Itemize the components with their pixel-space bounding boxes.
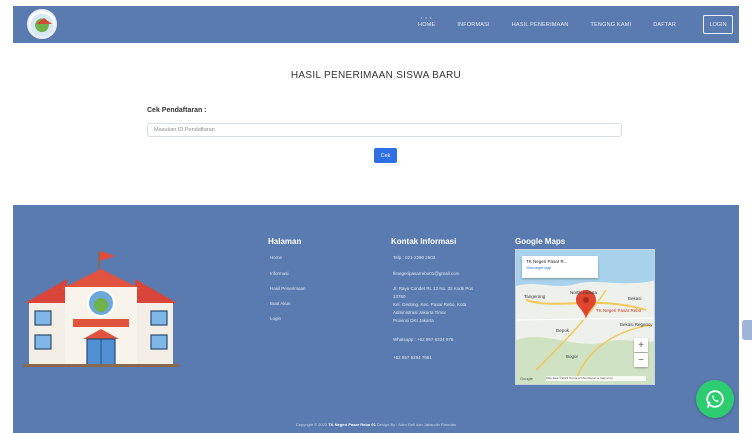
logo-roof [36,18,52,24]
kontak-address-3: Kel. Gedong, Kec. Pasar Rebo, Kota [393,302,467,307]
kontak-email[interactable]: tknegeripasarrebo01@gmail.com [393,271,459,277]
page-title: HASIL PENERIMAAN SISWA BARU [290,70,462,81]
copyright-suffix: Design By : Adro Rafi dan Jakaudin Ramda… [375,422,457,427]
map-label-bogor: Bogor [566,354,579,359]
map-card-title: TK Negeri Pasar R... [526,259,568,264]
cek-button[interactable]: Cek [374,148,397,163]
footer: Halaman Home Informasi Hasil Penerimaan … [13,205,739,433]
footer-link-hasil-penerimaan[interactable]: Hasil Penerimaan [270,286,306,292]
google-logo: Google [520,376,533,381]
footer-link-buat-akun[interactable]: Buat Akun [270,301,291,307]
view-larger-map-link[interactable]: View larger map [526,266,594,270]
nav-links: HOME INFORMASI HASIL PENERIMAAN TENGNG K… [407,6,687,43]
halaman-title: Halaman [268,237,302,246]
map-label-school: TK Negeri Pasar Rebo [596,308,642,313]
footer-link-login[interactable]: Login [270,316,281,322]
navbar: HOME INFORMASI HASIL PENERIMAAN TENGNG K… [13,6,739,43]
map-label-north-jakarta: North Jakarta [570,290,598,295]
school-logo[interactable] [27,9,57,39]
copyright-prefix: Copyright © 2023 [295,422,329,427]
kontak-whatsapp-2[interactable]: +62 857 5294 7661 [393,355,432,361]
nav-tentang-kami[interactable]: TENGNG KAMI [580,22,643,28]
kontak-whatsapp-1[interactable]: Whatsapp : +62 857 8334 978 [393,337,453,343]
registration-id-input[interactable] [147,123,622,137]
nav-informasi[interactable]: INFORMASI [446,22,500,28]
cek-pendaftaran-label: Cek Pendaftaran : [147,107,207,114]
page: HOME INFORMASI HASIL PENERIMAAN TENGNG K… [0,0,752,433]
kontak-title: Kontak Informasi [391,237,457,246]
map-zoom-in-button[interactable]: + [634,338,648,352]
map-label-bekasi: Bekasi [628,296,642,301]
nav-daftar[interactable]: DAFTAR [642,22,687,28]
map-zoom-out-button[interactable]: − [634,353,648,367]
google-map-embed[interactable]: TK Negeri Pasar R... View larger map Tan… [515,249,655,385]
copyright: Copyright © 2023 TK Negeri Pasar Rebo 01… [13,422,739,427]
whatsapp-icon [706,390,724,408]
school-building-illustration [23,251,179,367]
map-label-depok: Depok [556,328,570,333]
kontak-telp: Telp : 021-2290 2503 [393,255,436,260]
footer-link-home[interactable]: Home [270,255,282,261]
copyright-school: TK Negeri Pasar Rebo 01 [328,422,376,427]
login-button[interactable]: LOGIN [703,15,733,34]
maps-title: Google Maps [515,237,566,246]
map-attribution: Map data ©2023 Terms of Use Report a map… [546,376,646,381]
nav-home[interactable]: HOME [407,22,446,28]
side-scroll-tab[interactable] [742,320,752,340]
map-info-card: TK Negeri Pasar R... View larger map [522,256,598,278]
whatsapp-button[interactable] [696,380,734,418]
kontak-address-1: Jl. Raya Condet RL 12 No. 33 Kodk Pos [393,286,474,291]
map-label-bekasi-regency: Bekasi Regency [620,322,653,327]
kontak-address-4: Administrasi Jakarta Timur [393,310,447,315]
map-label-tangerang: Tangerang [524,294,546,299]
kontak-address-2: 13760 [393,294,406,299]
kontak-address-5: Provinsi DKI Jakarta [393,318,434,323]
nav-hasil-penerimaan[interactable]: HASIL PENERIMAAN [501,22,580,28]
footer-link-informasi[interactable]: Informasi [270,271,289,277]
